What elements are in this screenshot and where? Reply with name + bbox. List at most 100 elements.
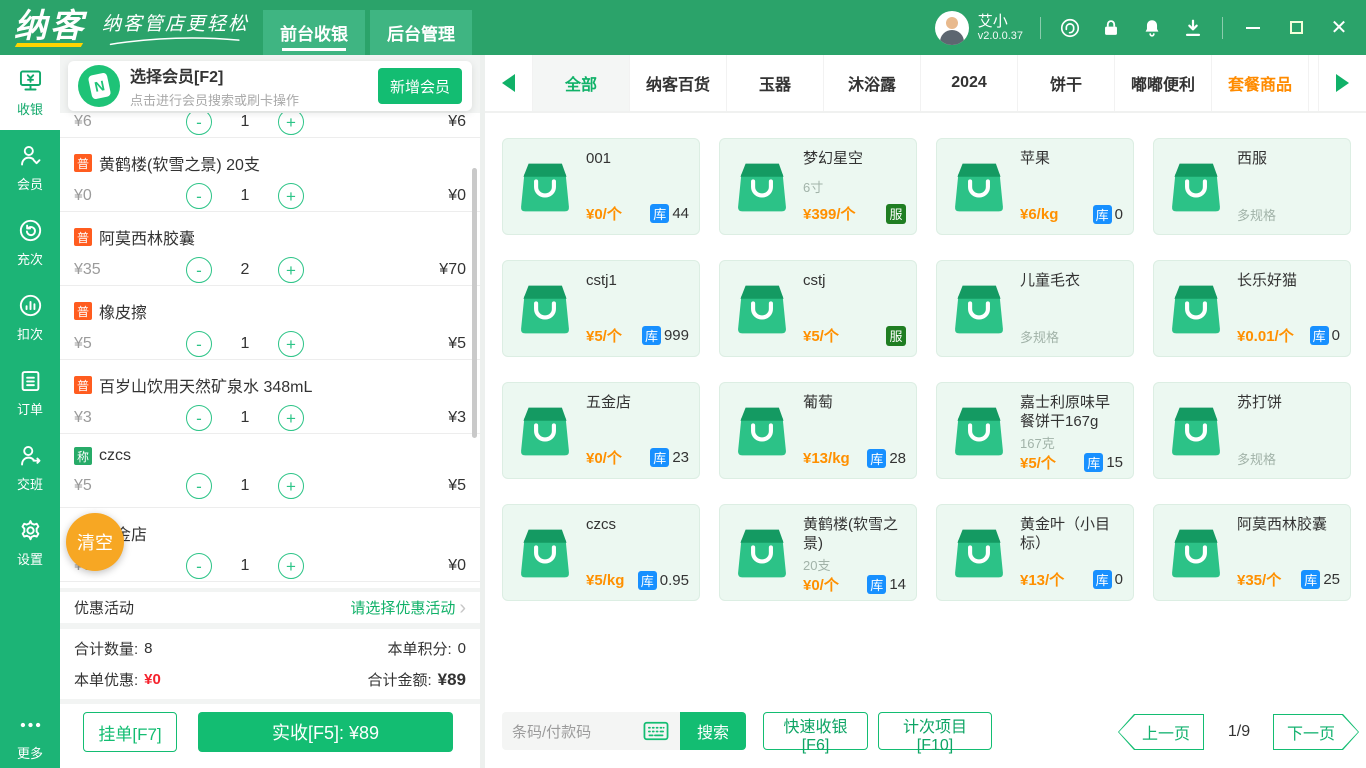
qty-minus-button[interactable]: - — [186, 113, 212, 135]
quick-cashier-button[interactable]: 快速收银[F6] — [763, 712, 868, 754]
product-card[interactable]: cstj ¥5/个 服 — [719, 260, 917, 357]
qty-minus-button[interactable]: - — [186, 257, 212, 283]
product-card[interactable]: 苹果 ¥6/kg 库 0 — [936, 138, 1134, 235]
qty-minus-button[interactable]: - — [186, 473, 212, 499]
product-bottom: ¥5/kg 库 0.95 — [586, 571, 689, 590]
qty-plus-button[interactable]: + — [278, 113, 304, 135]
product-card[interactable]: 西服 多规格 — [1153, 138, 1351, 235]
download-icon[interactable] — [1181, 16, 1205, 40]
category-tab-all[interactable]: 全部 — [533, 55, 630, 111]
shopping-bag-icon — [521, 163, 569, 211]
qty-plus-button[interactable]: + — [278, 473, 304, 499]
product-card[interactable]: cstj1 ¥5/个 库 999 — [502, 260, 700, 357]
clear-cart-button[interactable]: 清空 — [66, 513, 124, 571]
support-icon[interactable] — [1058, 16, 1082, 40]
sidebar-item-settings[interactable]: 设置 — [0, 505, 60, 580]
product-price: ¥5/个 — [586, 328, 622, 345]
cart-item-row[interactable]: 普 阿莫西林胶囊 ¥35 - 2 + ¥70 — [60, 212, 480, 286]
checkout-button[interactable]: 实收[F5]: ¥89 — [198, 712, 453, 752]
hold-order-button[interactable]: 挂单[F7] — [83, 712, 177, 752]
product-card[interactable]: 长乐好猫 ¥0.01/个 库 0 — [1153, 260, 1351, 357]
product-card[interactable]: 阿莫西林胶囊 ¥35/个 库 25 — [1153, 504, 1351, 601]
product-card[interactable]: 嘉士利原味早餐饼干167g 167克 ¥5/个 库 15 — [936, 382, 1134, 479]
sidebar-item-recharge[interactable]: 充次 — [0, 205, 60, 280]
search-button[interactable]: 搜索 — [680, 712, 746, 750]
qty-minus-button[interactable]: - — [186, 405, 212, 431]
product-card[interactable]: 儿童毛衣 多规格 — [936, 260, 1134, 357]
product-card[interactable]: 黄金叶（小目标） ¥13/个 库 0 — [936, 504, 1134, 601]
qty-plus-button[interactable]: + — [278, 257, 304, 283]
minimize-button[interactable] — [1240, 15, 1266, 41]
barcode-input[interactable]: 条码/付款码 — [502, 712, 680, 750]
bell-icon[interactable] — [1140, 16, 1164, 40]
promo-row: 优惠活动 请选择优惠活动 › — [60, 592, 480, 623]
cart-scrollbar[interactable] — [472, 168, 477, 438]
avatar[interactable] — [934, 10, 969, 45]
product-card[interactable]: 葡萄 ¥13/kg 库 28 — [719, 382, 917, 479]
tab-front-cashier[interactable]: 前台收银 — [263, 10, 366, 55]
qty-minus-button[interactable]: - — [186, 331, 212, 357]
lock-icon[interactable] — [1099, 16, 1123, 40]
qty-plus-button[interactable]: + — [278, 331, 304, 357]
maximize-button[interactable] — [1283, 15, 1309, 41]
item-name: czcs — [99, 447, 131, 464]
stock-badge: 库 — [1301, 570, 1321, 589]
category-tab-naker-store[interactable]: 纳客百货 — [630, 55, 727, 111]
item-type-badge: 普 — [74, 376, 92, 394]
app-slogan: 纳客管店更轻松 — [102, 9, 249, 46]
category-tab-jade[interactable]: 玉器 — [727, 55, 824, 111]
shopping-bag-icon — [521, 285, 569, 333]
product-card[interactable]: 001 ¥0/个 库 44 — [502, 138, 700, 235]
item-price: ¥3 — [74, 409, 92, 426]
stock-badge: 库 — [867, 575, 887, 594]
product-bottom: ¥5/个 库 15 — [1020, 452, 1123, 473]
next-page-label: 下一页 — [1286, 726, 1335, 743]
sidebar-item-deduct[interactable]: 扣次 — [0, 280, 60, 355]
member-select-card[interactable]: N 选择会员[F2] 点击进行会员搜索或刷卡操作 新增会员 — [68, 61, 472, 111]
stock-badge: 库 — [1084, 453, 1104, 472]
qty-minus-button[interactable]: - — [186, 553, 212, 579]
category-next-arrow[interactable] — [1318, 55, 1366, 111]
sidebar-item-orders[interactable]: 订单 — [0, 355, 60, 430]
product-name: 儿童毛衣 — [1020, 272, 1081, 289]
category-tab-bodywash[interactable]: 沐浴露 — [824, 55, 921, 111]
cart-item-row[interactable]: 称 czcs ¥5 - 1 + ¥5 — [60, 434, 480, 508]
promo-select-link[interactable]: 请选择优惠活动 › — [350, 597, 466, 618]
product-card[interactable]: 苏打饼 多规格 — [1153, 382, 1351, 479]
cart-item-row[interactable]: 普 百岁山饮用天然矿泉水 348mL ¥3 - 1 + ¥3 — [60, 360, 480, 434]
sidebar-item-member[interactable]: 会员 — [0, 130, 60, 205]
product-card[interactable]: czcs ¥5/kg 库 0.95 — [502, 504, 700, 601]
keyboard-icon[interactable] — [642, 720, 670, 742]
shopping-bag-icon — [1172, 285, 1220, 333]
sidebar-item-more[interactable]: 更多 — [0, 712, 60, 762]
category-tab-dudu[interactable]: 嘟嘟便利 — [1115, 55, 1212, 111]
category-tab-biscuit[interactable]: 饼干 — [1018, 55, 1115, 111]
member-select-subtitle: 点击进行会员搜索或刷卡操作 — [130, 93, 300, 108]
product-stock: 库 28 — [867, 449, 906, 468]
cart-item-row[interactable]: 普 橡皮擦 ¥5 - 1 + ¥5 — [60, 286, 480, 360]
sidebar-item-cashier[interactable]: 收银 — [0, 55, 60, 130]
prev-page-button[interactable]: 上一页 — [1118, 714, 1204, 750]
add-member-button[interactable]: 新增会员 — [378, 68, 462, 104]
category-tab-2024[interactable]: 2024 — [921, 55, 1018, 111]
category-tab-combo[interactable]: 套餐商品 — [1212, 55, 1309, 111]
cart-item-row[interactable]: 普 黄鹤楼(软雪之景) 20支 ¥0 - 1 + ¥0 — [60, 138, 480, 212]
qty-plus-button[interactable]: + — [278, 183, 304, 209]
count-item-button[interactable]: 计次项目[F10] — [878, 712, 992, 754]
qty-plus-button[interactable]: + — [278, 553, 304, 579]
category-prev-arrow[interactable] — [485, 55, 533, 111]
product-card[interactable]: 五金店 ¥0/个 库 23 — [502, 382, 700, 479]
product-card[interactable]: 黄鹤楼(软雪之景) 20支 ¥0/个 库 14 — [719, 504, 917, 601]
sidebar-item-shift[interactable]: 交班 — [0, 430, 60, 505]
close-button[interactable]: ✕ — [1326, 15, 1352, 41]
tab-back-manage[interactable]: 后台管理 — [370, 10, 473, 55]
product-stock: 库 999 — [641, 326, 689, 345]
product-card[interactable]: 梦幻星空 6寸 ¥399/个 服 — [719, 138, 917, 235]
next-page-button[interactable]: 下一页 — [1273, 714, 1359, 750]
qty-minus-button[interactable]: - — [186, 183, 212, 209]
member-chip-letter: N — [87, 72, 111, 100]
product-price: ¥6/kg — [1020, 206, 1059, 223]
promo-link-text: 请选择优惠活动 — [350, 600, 456, 617]
qty-plus-button[interactable]: + — [278, 405, 304, 431]
stock-count: 0 — [1331, 327, 1340, 344]
